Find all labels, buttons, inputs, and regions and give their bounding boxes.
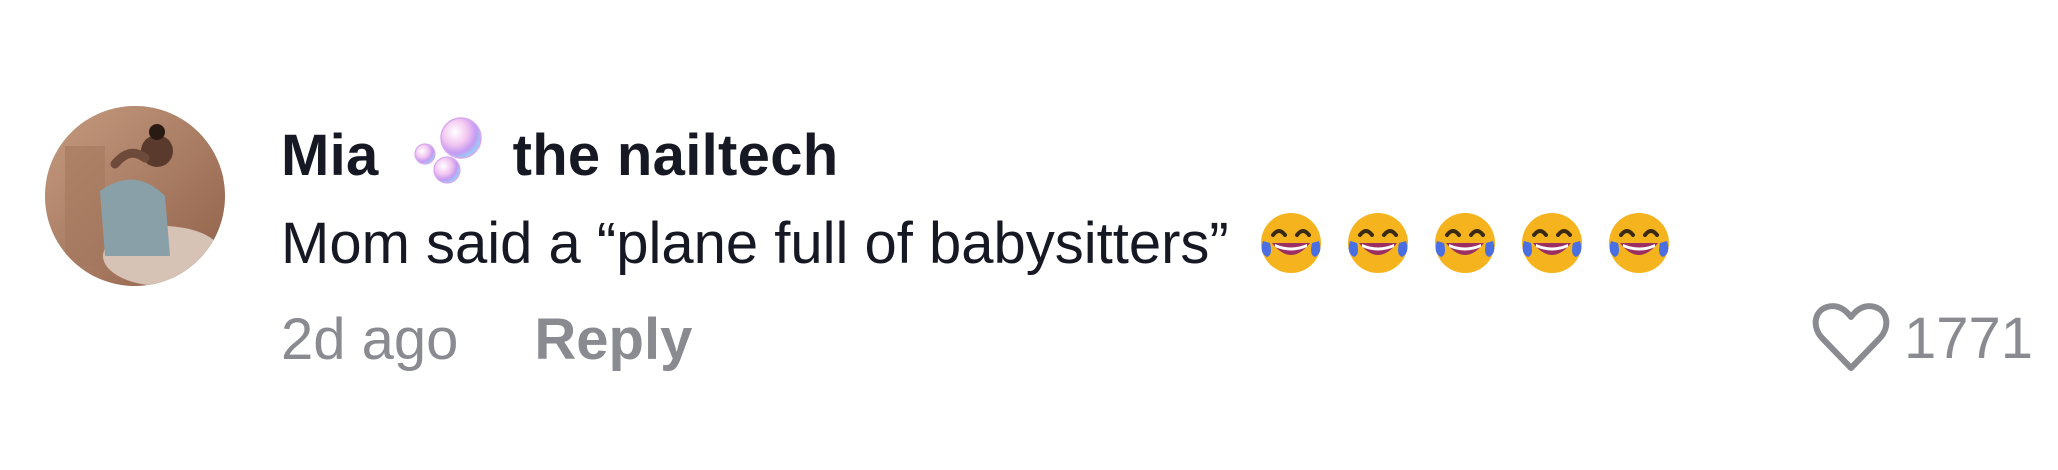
bubbles-icon bbox=[413, 114, 483, 188]
comment-meta: 2d ago Reply bbox=[281, 302, 692, 376]
laughing-tears-icon bbox=[1521, 213, 1582, 273]
username-last: the nailtech bbox=[512, 122, 839, 188]
like-count: 1771 bbox=[1903, 305, 2033, 371]
comment-username[interactable]: Mia the nailtech bbox=[281, 117, 839, 192]
laughing-tears-icon bbox=[1434, 213, 1495, 273]
laughing-tears-icon bbox=[1260, 213, 1321, 273]
avatar[interactable] bbox=[45, 106, 225, 286]
comment-timestamp: 2d ago bbox=[281, 306, 459, 372]
emoji-row bbox=[1257, 209, 1673, 277]
laughing-tears-icon bbox=[1347, 213, 1408, 273]
comment-item: Mia the nailtech Mom said a “plane full … bbox=[0, 0, 2058, 470]
heart-outline-icon[interactable] bbox=[1812, 302, 1890, 374]
like-button[interactable]: 1771 bbox=[1812, 300, 2033, 376]
laughing-tears-icon bbox=[1608, 213, 1669, 273]
comment-text: Mom said a “plane full of babysitters” bbox=[281, 206, 1673, 280]
username-first: Mia bbox=[281, 122, 379, 188]
comment-body: Mom said a “plane full of babysitters” bbox=[281, 210, 1229, 276]
reply-button[interactable]: Reply bbox=[534, 306, 692, 373]
